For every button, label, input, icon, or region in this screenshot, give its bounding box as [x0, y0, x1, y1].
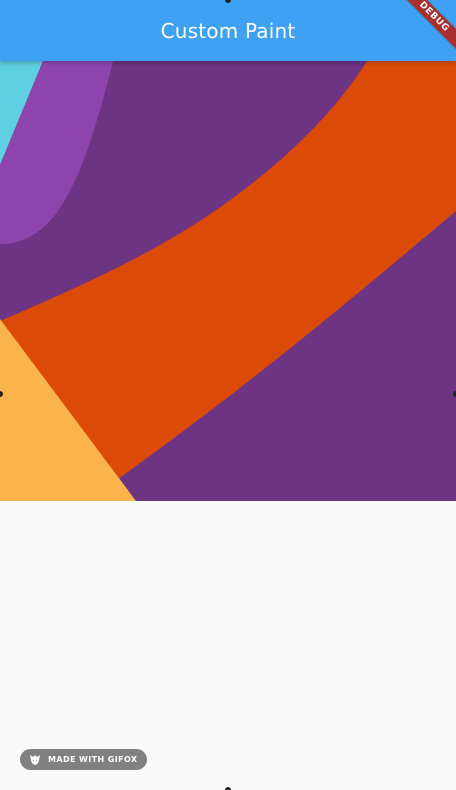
- app-screen: Custom Paint DEBUG MADE WITH GIFOX: [0, 0, 456, 790]
- page-title: Custom Paint: [160, 18, 296, 43]
- gifox-badge: MADE WITH GIFOX: [20, 749, 148, 770]
- app-bar: Custom Paint: [0, 0, 456, 61]
- custom-paint-canvas: [0, 61, 456, 501]
- fox-icon: [28, 753, 42, 767]
- gifox-watermark-text: MADE WITH GIFOX: [48, 755, 138, 764]
- canvas-drawing: [0, 61, 456, 501]
